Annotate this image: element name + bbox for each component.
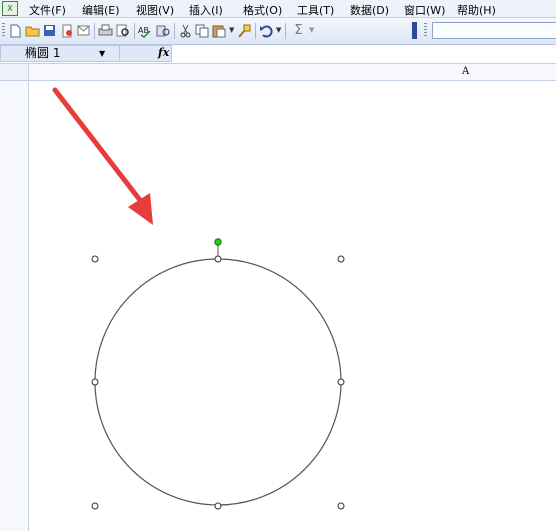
rotation-handle[interactable] — [214, 238, 222, 246]
resize-handle-bottom[interactable] — [214, 502, 222, 510]
resize-handle-bottom-right[interactable] — [337, 502, 345, 510]
resize-handle-right[interactable] — [337, 378, 345, 386]
resize-handle-top[interactable] — [214, 255, 222, 263]
resize-handle-bottom-left[interactable] — [91, 502, 99, 510]
annotation-arrow — [52, 87, 153, 225]
ellipse-shape[interactable] — [94, 258, 342, 506]
resize-handle-left[interactable] — [91, 378, 99, 386]
drawing-layer — [52, 87, 345, 510]
resize-handle-top-left[interactable] — [91, 255, 99, 263]
resize-handle-top-right[interactable] — [337, 255, 345, 263]
